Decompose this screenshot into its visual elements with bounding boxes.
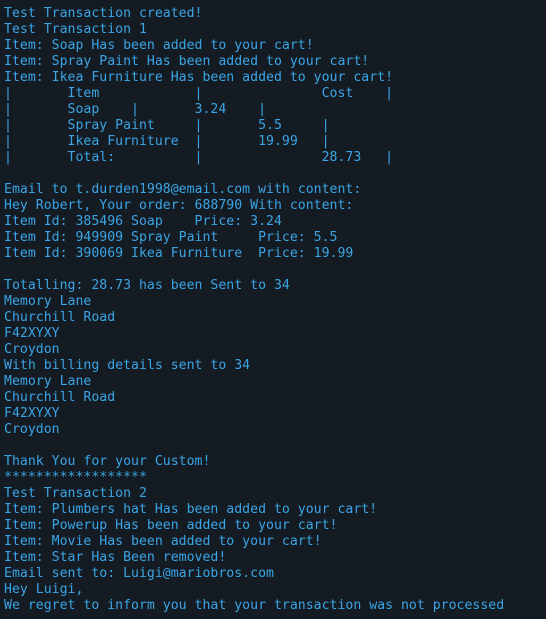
terminal-output[interactable]: Test Transaction created! Test Transacti… bbox=[0, 0, 546, 619]
address-line: F42XYXY bbox=[4, 326, 60, 341]
terminal-line: Email to t.durden1998@email.com with con… bbox=[4, 182, 362, 197]
terminal-line: With billing details sent to 34 bbox=[4, 358, 251, 373]
address-line: Memory Lane bbox=[4, 294, 92, 309]
terminal-line: Hey Luigi, bbox=[4, 582, 84, 597]
address-line: Churchill Road bbox=[4, 310, 116, 325]
address-line: Croydon bbox=[4, 342, 60, 357]
terminal-line: Item: Ikea Furniture Has been added to y… bbox=[4, 70, 394, 85]
cart-table-total: | Total: | 28.73 | bbox=[4, 150, 394, 165]
terminal-line: Item: Movie Has been added to your cart! bbox=[4, 534, 322, 549]
address-line: Memory Lane bbox=[4, 374, 92, 389]
address-line: Croydon bbox=[4, 422, 60, 437]
terminal-line: Hey Robert, Your order: 688790 With cont… bbox=[4, 198, 354, 213]
terminal-line: Item: Plumbers hat Has been added to you… bbox=[4, 502, 378, 517]
terminal-line: Totalling: 28.73 has been Sent to 34 bbox=[4, 278, 290, 293]
terminal-line: Item: Powerup Has been added to your car… bbox=[4, 518, 338, 533]
cart-table-row: | Soap | 3.24 | bbox=[4, 102, 267, 117]
terminal-line: Item: Spray Paint Has been added to your… bbox=[4, 54, 370, 69]
order-item-line: Item Id: 949909 Spray Paint Price: 5.5 bbox=[4, 230, 338, 245]
terminal-line: Item: Star Has Been removed! bbox=[4, 550, 227, 565]
terminal-line: Test Transaction 2 bbox=[4, 486, 147, 501]
terminal-line: Email sent to: Luigi@mariobros.com bbox=[4, 566, 274, 581]
cart-table-header: | Item | Cost | bbox=[4, 86, 394, 101]
cart-table-row: | Spray Paint | 5.5 | bbox=[4, 118, 330, 133]
terminal-line: Test Transaction created! bbox=[4, 6, 203, 21]
order-item-line: Item Id: 390069 Ikea Furniture Price: 19… bbox=[4, 246, 354, 261]
address-line: F42XYXY bbox=[4, 406, 60, 421]
terminal-line: Item: Soap Has been added to your cart! bbox=[4, 38, 314, 53]
cart-table-row: | Ikea Furniture | 19.99 | bbox=[4, 134, 330, 149]
address-line: Churchill Road bbox=[4, 390, 116, 405]
terminal-line: Thank You for your Custom! bbox=[4, 454, 211, 469]
terminal-line: We regret to inform you that your transa… bbox=[4, 598, 505, 613]
separator-line: ****************** bbox=[4, 470, 147, 485]
terminal-line: Test Transaction 1 bbox=[4, 22, 147, 37]
order-item-line: Item Id: 385496 Soap Price: 3.24 bbox=[4, 214, 282, 229]
